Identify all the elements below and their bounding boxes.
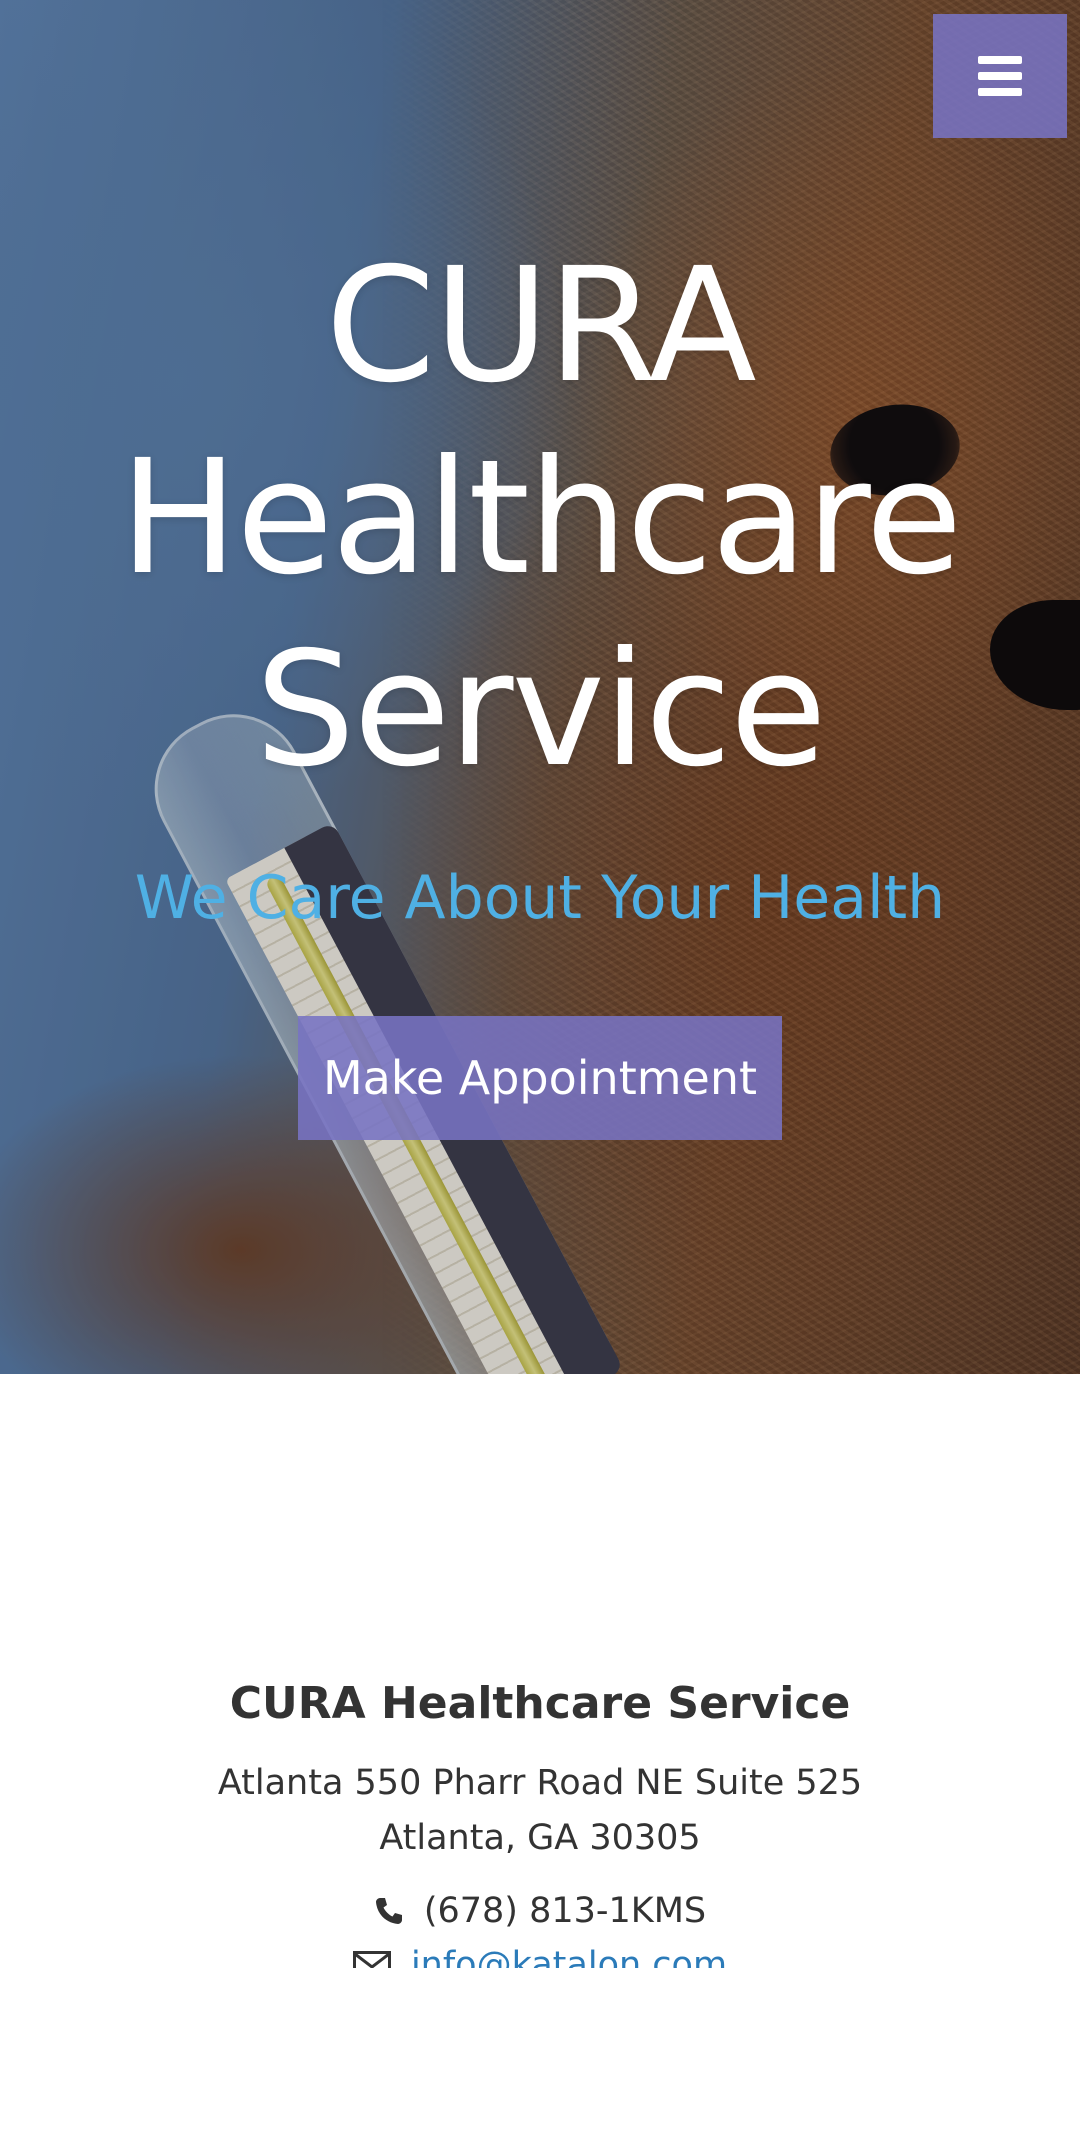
hero-title: CURA Healthcare Service (90, 230, 990, 806)
phone-icon (374, 1896, 404, 1926)
email-row-clip: info@katalon.com (0, 1940, 1080, 1968)
hero-tagline: We Care About Your Health (134, 863, 946, 933)
address-line2: Atlanta, GA 30305 (379, 1818, 701, 1858)
make-appointment-button[interactable]: Make Appointment (298, 1016, 782, 1140)
address-line1: Atlanta 550 Pharr Road NE Suite 525 (217, 1763, 863, 1803)
hero-title-line3: Service (255, 618, 827, 802)
hero-title-line2: Healthcare (119, 426, 962, 610)
phone-number: (678) 813-1KMS (423, 1891, 707, 1931)
page: CURA Healthcare Service We Care About Yo… (0, 0, 1080, 2130)
menu-toggle-button[interactable] (933, 14, 1067, 138)
envelope-icon (352, 1951, 391, 1968)
contact-section: CURA Healthcare Service Atlanta 550 Phar… (0, 1670, 1080, 1968)
bars-icon (978, 56, 1022, 96)
company-name: CURA Healthcare Service (229, 1678, 851, 1729)
phone-row: (678) 813-1KMS (0, 1886, 1080, 1936)
hero-section: CURA Healthcare Service We Care About Yo… (0, 0, 1080, 1374)
email-row: info@katalon.com (0, 1940, 1080, 1968)
address: Atlanta 550 Pharr Road NE Suite 525 Atla… (0, 1756, 1080, 1866)
hero-content: CURA Healthcare Service We Care About Yo… (0, 230, 1080, 1140)
email-link[interactable]: info@katalon.com (411, 1940, 727, 1968)
hero-title-line1: CURA (325, 234, 756, 418)
